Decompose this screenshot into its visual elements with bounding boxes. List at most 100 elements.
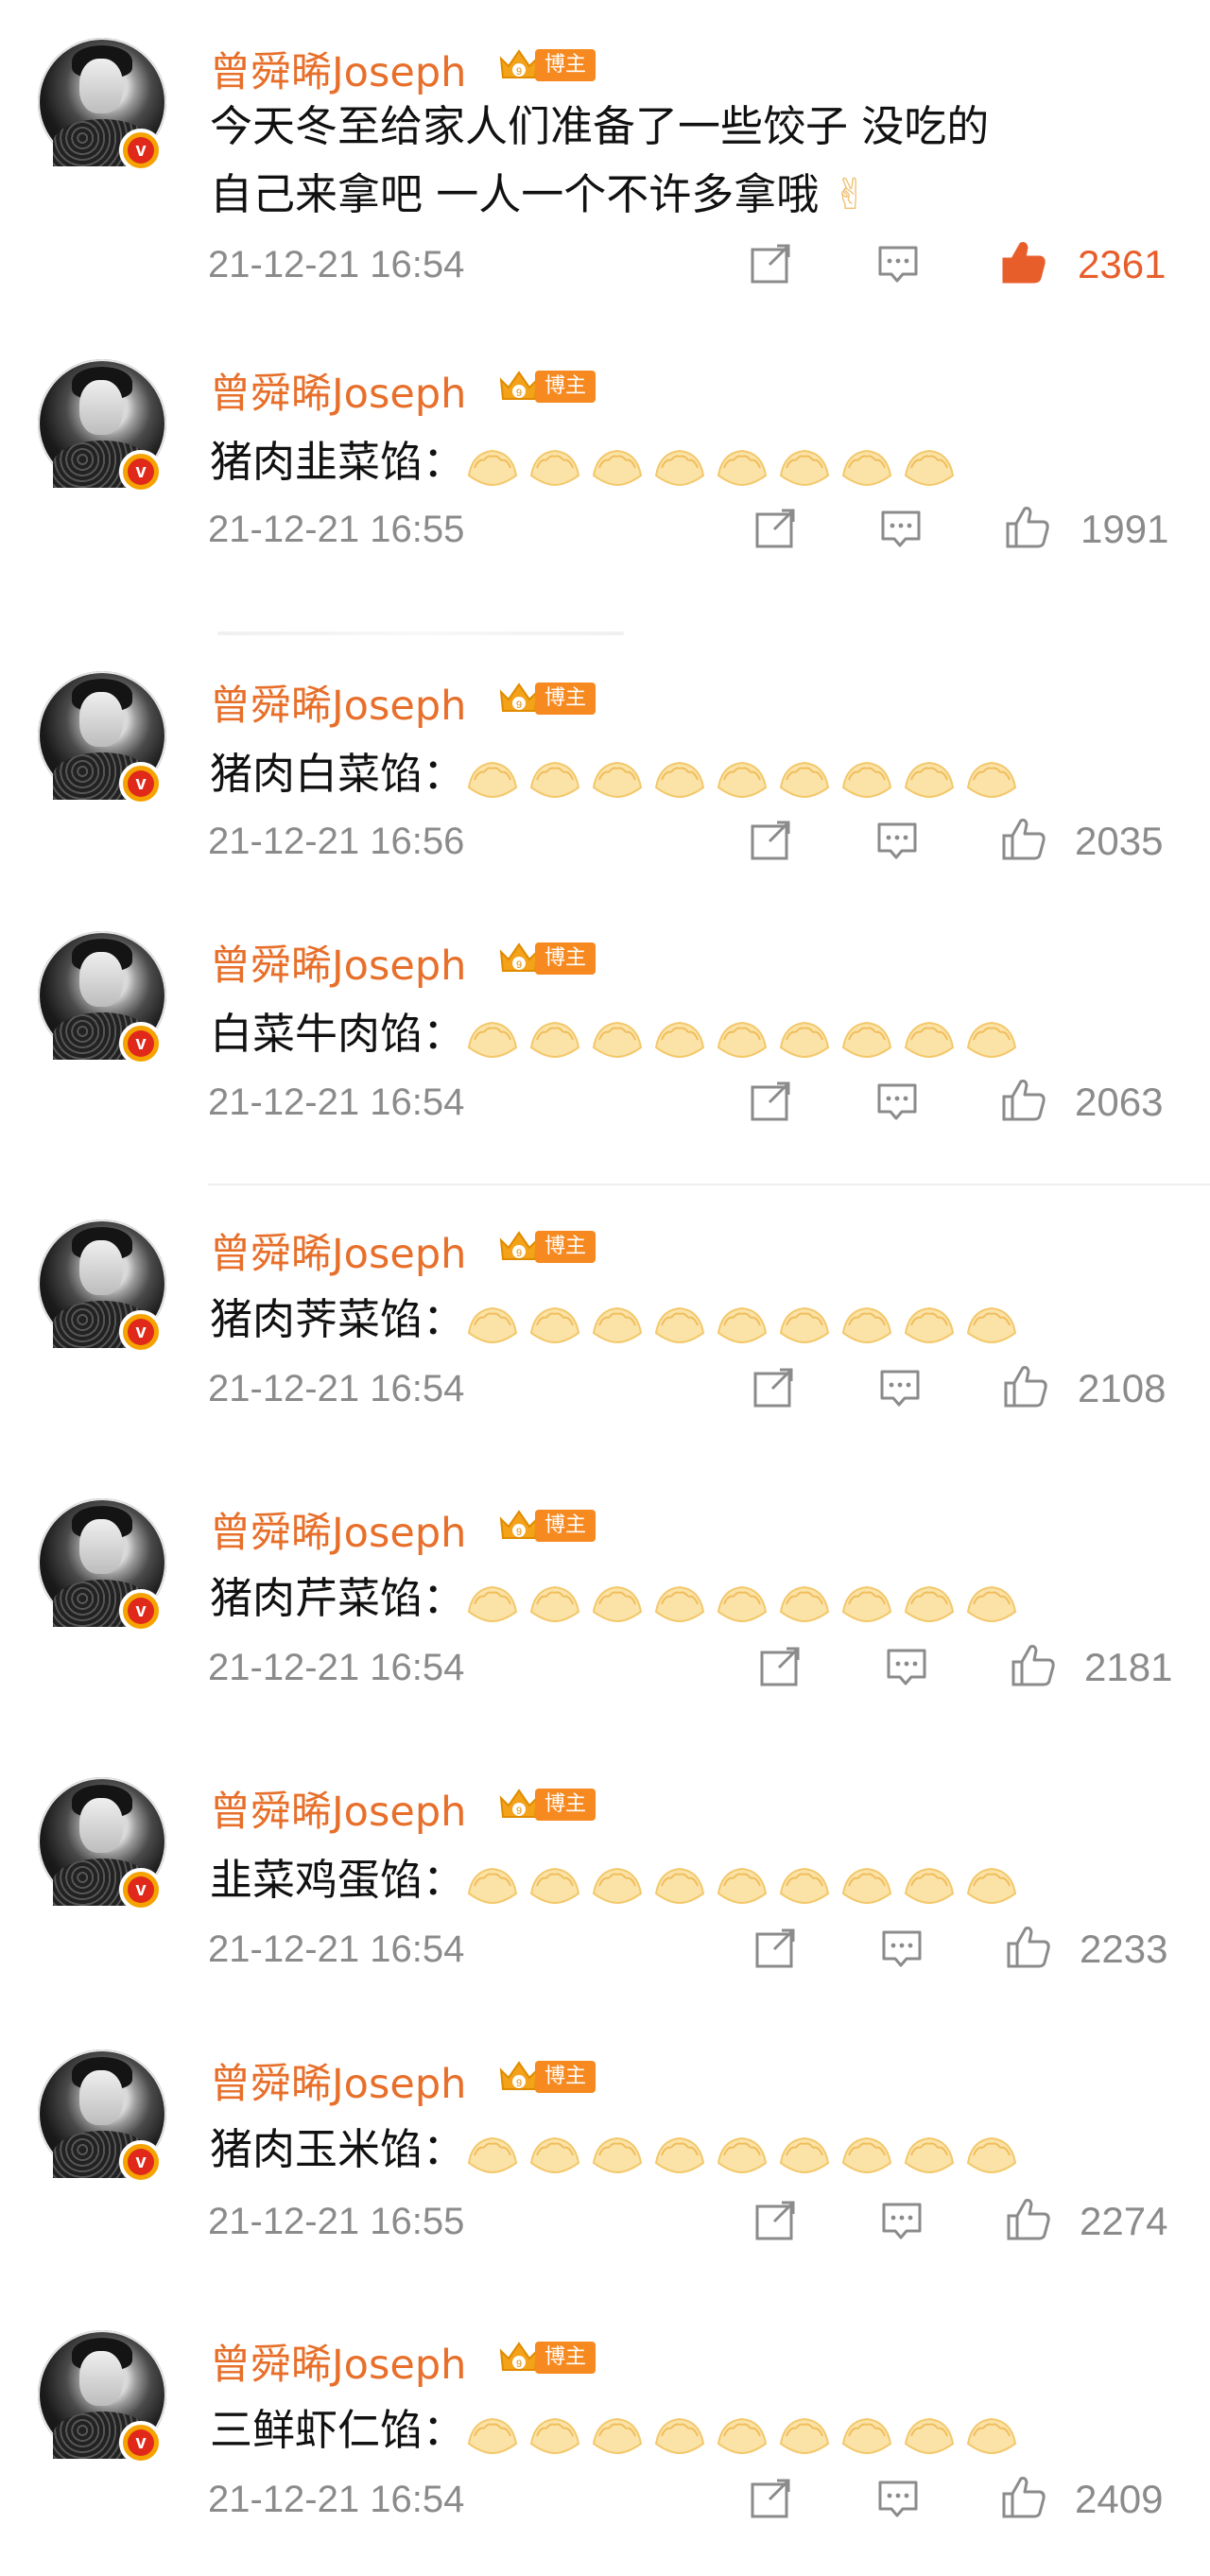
comment-icon[interactable]: [874, 240, 922, 287]
comment-icon[interactable]: [873, 817, 921, 864]
avatar-face: [79, 1519, 123, 1574]
comment-icon[interactable]: [883, 1643, 930, 1690]
username[interactable]: 曾舜晞Joseph: [210, 2051, 466, 2110]
verified-v-glyph: v: [128, 1876, 154, 1903]
dumpling-emoji: [529, 2417, 580, 2455]
filling-label: 韭菜鸡蛋馅：: [210, 1855, 466, 1905]
thumbs-up-icon[interactable]: [1002, 1362, 1049, 1409]
comment-icon[interactable]: [873, 1078, 921, 1125]
comment-text: 猪肉玉米馅：: [210, 2118, 1027, 2185]
dumpling-emoji: [841, 2136, 892, 2174]
dumpling-emoji: [467, 2417, 518, 2455]
svg-text:9: 9: [516, 66, 522, 78]
dumpling-emoji: [904, 449, 955, 487]
comment-icon[interactable]: [874, 2475, 922, 2522]
share-icon[interactable]: [750, 1364, 797, 1411]
like-count[interactable]: 2274: [1080, 2199, 1167, 2244]
comment-text: 猪肉韭菜馅：: [210, 430, 964, 497]
dumpling-emoji: [717, 1867, 768, 1905]
username[interactable]: 曾舜晞Joseph: [210, 1779, 466, 1838]
share-icon[interactable]: [747, 240, 794, 287]
share-icon[interactable]: [747, 2475, 794, 2522]
username[interactable]: 曾舜晞Joseph: [210, 1500, 466, 1559]
like-count[interactable]: 2361: [1078, 242, 1166, 287]
comment-icon[interactable]: [878, 1925, 925, 1972]
username[interactable]: 曾舜晞Joseph: [210, 933, 466, 992]
thumbs-up-icon[interactable]: [1010, 1641, 1057, 1688]
thumbs-up-icon[interactable]: [1000, 1076, 1047, 1123]
dumpling-emoji: [717, 449, 768, 487]
verified-v-icon: v: [119, 1022, 163, 1065]
dumpling-emoji: [904, 2136, 955, 2174]
svg-text:9: 9: [516, 960, 522, 971]
comment-icon[interactable]: [877, 505, 925, 552]
thumbs-up-icon[interactable]: [1000, 238, 1047, 285]
like-count[interactable]: 2409: [1075, 2477, 1163, 2522]
section-divider: [208, 1184, 1210, 1185]
dumpling-emoji: [717, 1021, 768, 1059]
dumpling-row: [465, 1569, 1027, 1634]
dumpling-emoji: [592, 1585, 643, 1623]
share-icon[interactable]: [752, 1925, 799, 1972]
thumbs-up-icon[interactable]: [1000, 815, 1047, 862]
dumpling-emoji: [717, 2136, 768, 2174]
author-badge: 博主: [535, 942, 596, 975]
comment-icon[interactable]: [878, 2197, 925, 2244]
like-count[interactable]: 2108: [1078, 1366, 1166, 1411]
comment-text: 白菜牛肉馅：: [210, 1002, 1027, 1069]
dumpling-emoji: [467, 1306, 518, 1344]
like-count[interactable]: 2181: [1084, 1645, 1172, 1690]
dumpling-emoji: [592, 2417, 643, 2455]
dumpling-emoji: [841, 2417, 892, 2455]
dumpling-emoji: [841, 1021, 892, 1059]
share-icon[interactable]: [752, 2197, 799, 2244]
dumpling-emoji: [904, 1867, 955, 1905]
username[interactable]: 曾舜晞Joseph: [210, 40, 466, 98]
verified-v-icon: v: [119, 450, 163, 493]
author-badge: 博主: [535, 1231, 596, 1263]
comment-icon[interactable]: [876, 1364, 924, 1411]
username[interactable]: 曾舜晞Joseph: [210, 1221, 466, 1280]
like-count[interactable]: 2063: [1075, 1080, 1163, 1125]
thumbs-up-icon[interactable]: [1005, 2195, 1052, 2242]
share-icon[interactable]: [747, 1078, 794, 1125]
author-badge: 博主: [535, 2061, 596, 2093]
verified-v-glyph: v: [128, 1598, 154, 1624]
verified-v-glyph: v: [128, 1030, 154, 1057]
dumpling-emoji: [841, 1306, 892, 1344]
filling-label: 猪肉韭菜馅：: [210, 437, 466, 487]
timestamp: 21-12-21 16:54: [208, 1081, 465, 1123]
thumbs-up-icon[interactable]: [1005, 1923, 1052, 1970]
share-icon[interactable]: [756, 1643, 804, 1690]
username[interactable]: 曾舜晞Joseph: [210, 673, 466, 732]
like-count[interactable]: 2233: [1080, 1927, 1167, 1972]
avatar-face: [79, 380, 123, 435]
verified-v-glyph: v: [128, 458, 154, 485]
dumpling-emoji: [529, 449, 580, 487]
dumpling-emoji: [966, 761, 1017, 799]
share-icon[interactable]: [747, 817, 794, 864]
filling-label: 猪肉荠菜馅：: [210, 1294, 466, 1344]
thumbs-up-icon[interactable]: [1000, 2473, 1047, 2520]
comment-text: 猪肉荠菜馅：: [210, 1288, 1027, 1355]
dumpling-emoji: [841, 1585, 892, 1623]
avatar-face: [79, 2070, 123, 2125]
dumpling-emoji: [592, 1306, 643, 1344]
share-icon[interactable]: [752, 505, 799, 552]
like-count[interactable]: 1991: [1080, 507, 1168, 552]
verified-v-glyph: v: [128, 137, 154, 164]
thumbs-up-icon[interactable]: [1004, 503, 1051, 550]
timestamp: 21-12-21 16:54: [208, 1928, 465, 1970]
verified-v-icon: v: [119, 1589, 163, 1633]
author-badge: 博主: [535, 683, 596, 715]
username[interactable]: 曾舜晞Joseph: [210, 2332, 466, 2391]
like-count[interactable]: 2035: [1075, 819, 1163, 864]
dumpling-emoji: [966, 1867, 1017, 1905]
dumpling-emoji: [529, 1306, 580, 1344]
username[interactable]: 曾舜晞Joseph: [210, 361, 466, 420]
dumpling-emoji: [904, 1306, 955, 1344]
dumpling-emoji: [966, 1021, 1017, 1059]
avatar-face: [79, 59, 123, 113]
dumpling-emoji: [592, 1867, 643, 1905]
timestamp: 21-12-21 16:54: [208, 1647, 465, 1688]
